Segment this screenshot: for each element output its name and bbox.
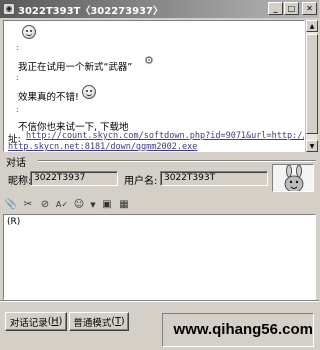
- nickname-label: 昵称:: [8, 176, 32, 187]
- contact-avatar[interactable]: [272, 164, 314, 192]
- maximize-icon: □: [287, 3, 296, 13]
- scroll-down-button[interactable]: ▼: [306, 140, 318, 152]
- download-link[interactable]: http://count.skycn.com/softdown.php?id=9…: [26, 131, 304, 141]
- chat-history-button[interactable]: 对话记录(H): [5, 312, 67, 331]
- scroll-thumb[interactable]: [306, 34, 318, 134]
- scissors-icon[interactable]: ✂: [21, 198, 35, 212]
- message-bullet: :: [16, 73, 19, 82]
- paperclip-icon[interactable]: 📎: [4, 198, 18, 212]
- arrow-up-icon: ▲: [309, 22, 315, 30]
- username-label: 用户名:: [124, 176, 158, 187]
- chat-history[interactable]: : 我正在试用一个新式“武器” ⚙ : 效果真的不错! : 不信你也来试一下, …: [3, 20, 305, 152]
- smiley-emoticon-icon: [22, 25, 36, 39]
- dialog-section-label: 对话: [6, 158, 26, 169]
- smiley-icon[interactable]: ☺: [72, 198, 86, 212]
- chat-message: 我正在试用一个新式“武器”: [18, 62, 133, 73]
- normal-mode-button[interactable]: 普通模式(T): [69, 312, 129, 331]
- minimize-button[interactable]: _: [268, 2, 283, 15]
- chat-message: 效果真的不错!: [18, 92, 79, 103]
- window-title: 3022T393T〈302273937〉: [18, 5, 163, 17]
- arrow-down-icon: ▼: [309, 142, 315, 150]
- nickname-field: 3022T3937: [30, 171, 118, 186]
- rabbit-avatar-icon: [284, 165, 304, 191]
- spellcheck-icon[interactable]: A✓: [55, 198, 69, 212]
- close-button[interactable]: ✕: [302, 2, 317, 15]
- dropdown-arrow-icon[interactable]: ▼: [89, 198, 97, 212]
- input-divider: [0, 300, 319, 302]
- grin-emoticon-icon: [82, 85, 96, 99]
- weapon-emoticon-icon: ⚙: [144, 54, 154, 67]
- watermark: www.qihang56.com: [173, 321, 313, 338]
- minimize-icon: _: [273, 3, 278, 13]
- section-divider: [38, 160, 316, 162]
- username-field: 3022T393T: [160, 171, 268, 186]
- prohibit-icon[interactable]: ⊘: [38, 198, 52, 212]
- message-bullet: :: [16, 105, 19, 114]
- window-icon[interactable]: ▣: [100, 198, 114, 212]
- chat-scrollbar[interactable]: ▲ ▼: [305, 20, 318, 152]
- close-icon: ✕: [306, 3, 313, 13]
- scroll-up-button[interactable]: ▲: [306, 20, 318, 32]
- settings-icon[interactable]: ▦: [117, 198, 131, 212]
- download-link-continued[interactable]: http.skycn.net:8181/down/qqmm2002.exe: [8, 142, 197, 151]
- title-bar[interactable]: ◉ 3022T393T〈302273937〉 _ □ ✕: [0, 0, 319, 18]
- qq-penguin-icon: ◉: [3, 3, 15, 15]
- message-bullet: :: [16, 43, 19, 52]
- message-input[interactable]: (R): [3, 214, 316, 300]
- input-toolbar: 📎 ✂ ⊘ A✓ ☺ ▼ ▣ ▦: [4, 197, 131, 213]
- maximize-button[interactable]: □: [284, 2, 299, 15]
